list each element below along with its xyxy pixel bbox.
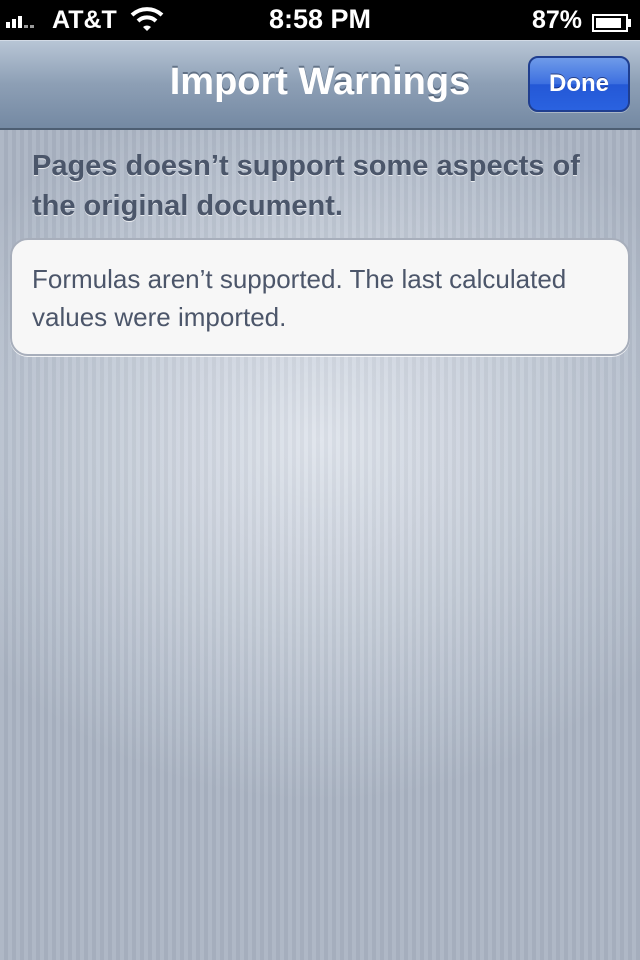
warnings-header: Pages doesn’t support some aspects of th… bbox=[32, 150, 580, 222]
battery-percent: 87% bbox=[531, 6, 582, 34]
battery-icon bbox=[592, 10, 632, 32]
done-button[interactable]: Done bbox=[528, 56, 630, 112]
navigation-bar: Import Warnings Done bbox=[0, 40, 640, 130]
warning-list-item: Formulas aren’t supported. The last calc… bbox=[10, 238, 630, 356]
warnings-content: Pages doesn’t support some aspects of th… bbox=[0, 130, 640, 960]
status-bar: AT&T 8:58 PM 87% bbox=[0, 0, 640, 40]
warning-text: Formulas aren’t supported. The last calc… bbox=[32, 264, 567, 332]
